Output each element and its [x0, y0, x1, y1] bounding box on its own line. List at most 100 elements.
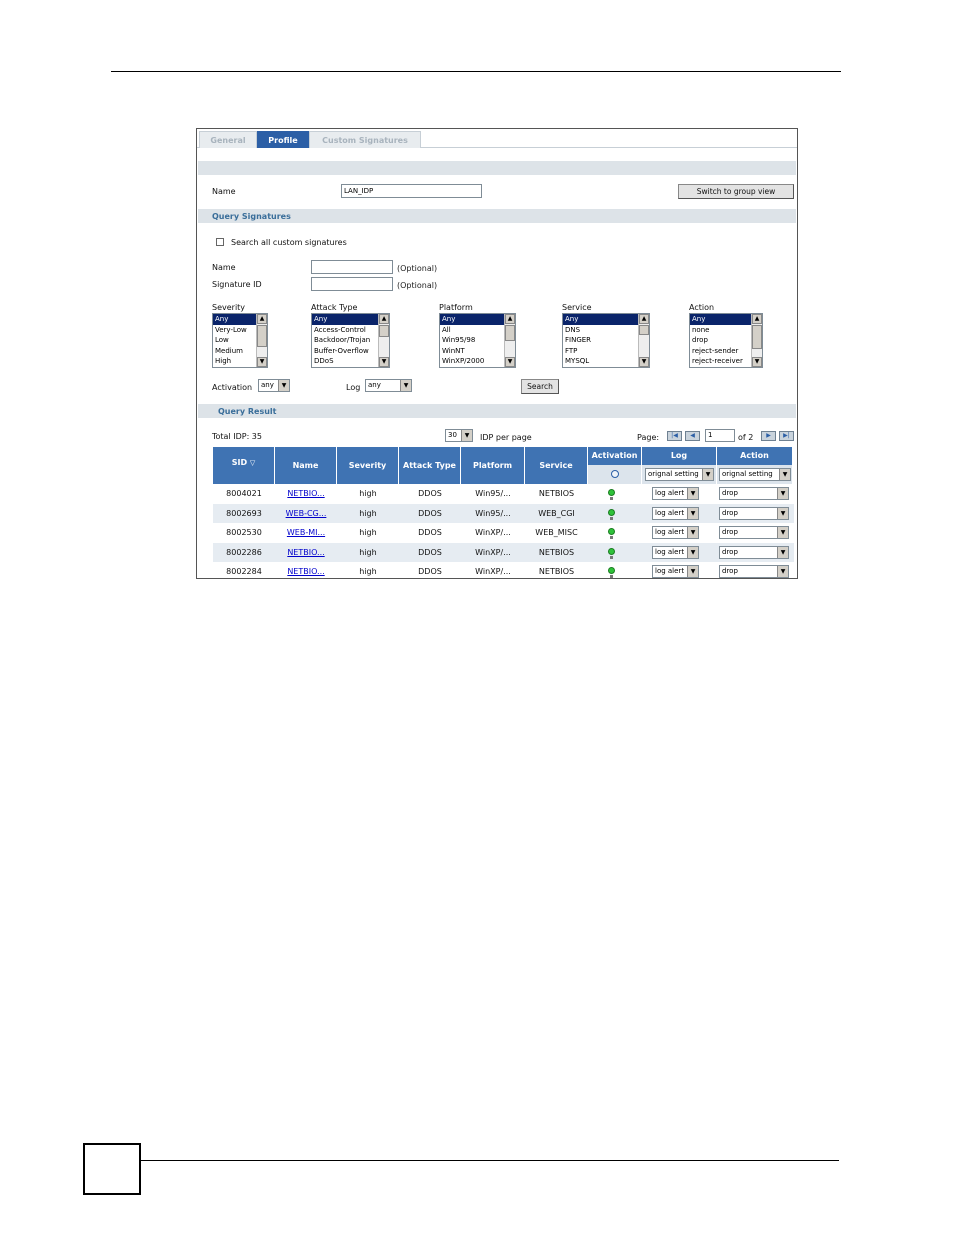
scroll-thumb[interactable] [639, 325, 649, 335]
page-number-input[interactable]: 1 [705, 429, 735, 442]
action-select[interactable]: drop ▼ [719, 506, 789, 520]
attack-type-listbox[interactable]: Any Access-Control Backdoor/Trojan Buffe… [311, 313, 390, 368]
signature-name-link[interactable]: WEB-MI... [275, 523, 337, 543]
scroll-up-icon[interactable]: ▲ [257, 314, 267, 324]
severity-listbox[interactable]: Any Very-Low Low Medium High ▲ ▼ [212, 313, 268, 368]
scroll-up-icon[interactable]: ▲ [752, 314, 762, 324]
log-select[interactable]: log alert ▼ [652, 506, 699, 520]
tab-general[interactable]: General [199, 131, 257, 148]
scroll-up-icon[interactable]: ▲ [639, 314, 649, 324]
activation-select[interactable]: any ▼ [258, 379, 290, 392]
service-option[interactable]: MYSQL [563, 356, 649, 367]
action-select[interactable]: drop ▼ [719, 545, 789, 559]
chevron-down-icon[interactable]: ▼ [777, 527, 788, 538]
chevron-down-icon[interactable]: ▼ [278, 380, 289, 391]
tab-profile[interactable]: Profile [257, 131, 309, 148]
column-header-service[interactable]: Service [525, 447, 588, 484]
action-select-value: drop [722, 547, 738, 556]
service-scrollbar[interactable]: ▲ ▼ [638, 314, 649, 367]
lightbulb-icon[interactable] [611, 470, 619, 478]
search-button[interactable]: Search [521, 379, 559, 394]
signature-name-link[interactable]: NETBIO... [275, 562, 337, 578]
scroll-down-icon[interactable]: ▼ [752, 357, 762, 367]
next-page-icon[interactable]: ▶ [761, 431, 776, 441]
service-option[interactable]: FINGER [563, 335, 649, 346]
service-option[interactable]: FTP [563, 346, 649, 357]
sort-down-icon[interactable]: ▽ [250, 459, 255, 467]
severity-cell: high [359, 528, 377, 537]
column-header-log[interactable]: Log [642, 447, 717, 465]
first-page-icon[interactable]: |◀ [667, 431, 682, 441]
service-listbox[interactable]: Any DNS FINGER FTP MYSQL ▲ ▼ [562, 313, 650, 368]
column-header-activation[interactable]: Activation [588, 447, 642, 465]
platform-scrollbar[interactable]: ▲ ▼ [504, 314, 515, 367]
signature-name-link[interactable]: NETBIO... [275, 543, 337, 563]
signature-name-link[interactable]: WEB-CG... [275, 504, 337, 524]
action-select[interactable]: drop ▼ [719, 565, 789, 578]
chevron-down-icon[interactable]: ▼ [687, 566, 698, 577]
log-select[interactable]: log alert ▼ [652, 545, 699, 559]
action-listbox[interactable]: Any none drop reject-sender reject-recei… [689, 313, 763, 368]
profile-name-input[interactable]: LAN_IDP [341, 184, 482, 198]
chevron-down-icon[interactable]: ▼ [687, 507, 698, 519]
signature-id-input[interactable] [311, 277, 393, 291]
column-header-action[interactable]: Action [717, 447, 793, 465]
search-all-checkbox[interactable] [216, 238, 224, 246]
action-bulk-select[interactable]: orignal setting ▼ [719, 468, 791, 481]
column-header-severity[interactable]: Severity [337, 447, 399, 484]
per-page-select[interactable]: 30 ▼ [445, 429, 473, 442]
chevron-down-icon[interactable]: ▼ [702, 469, 713, 480]
column-header-platform[interactable]: Platform [461, 447, 525, 484]
scroll-down-icon[interactable]: ▼ [379, 357, 389, 367]
log-select[interactable]: log alert ▼ [652, 565, 699, 578]
chevron-down-icon[interactable]: ▼ [687, 546, 698, 558]
last-page-icon[interactable]: ▶| [779, 431, 794, 441]
chevron-down-icon[interactable]: ▼ [777, 566, 788, 577]
action-select[interactable]: drop ▼ [719, 487, 789, 500]
chevron-down-icon[interactable]: ▼ [779, 469, 790, 480]
log-bulk-select[interactable]: orignal setting ▼ [645, 468, 714, 481]
chevron-down-icon[interactable]: ▼ [777, 507, 788, 519]
column-header-sid[interactable]: SID ▽ [213, 447, 275, 484]
chevron-down-icon[interactable]: ▼ [687, 527, 698, 538]
action-select[interactable]: drop ▼ [719, 526, 789, 539]
attack-type-scrollbar[interactable]: ▲ ▼ [378, 314, 389, 367]
log-select[interactable]: log alert ▼ [652, 487, 699, 500]
lightbulb-icon[interactable] [608, 489, 615, 496]
scroll-down-icon[interactable]: ▼ [639, 357, 649, 367]
platform-listbox[interactable]: Any All Win95/98 WinNT WinXP/2000 ▲ ▼ [439, 313, 516, 368]
switch-group-view-button[interactable]: Switch to group view [678, 184, 794, 199]
chevron-down-icon[interactable]: ▼ [777, 546, 788, 558]
lightbulb-icon[interactable] [608, 547, 615, 555]
scroll-up-icon[interactable]: ▲ [505, 314, 515, 324]
scroll-down-icon[interactable]: ▼ [505, 357, 515, 367]
log-select[interactable]: log alert ▼ [652, 526, 699, 539]
attack-type-cell: DDOS [418, 508, 442, 518]
service-option[interactable]: Any [563, 314, 649, 325]
sid-cell: 8002530 [226, 528, 262, 537]
scroll-thumb[interactable] [752, 325, 762, 349]
lightbulb-icon[interactable] [608, 508, 615, 516]
scroll-up-icon[interactable]: ▲ [379, 314, 389, 324]
scroll-thumb[interactable] [379, 325, 389, 337]
lightbulb-icon[interactable] [608, 528, 615, 535]
chevron-down-icon[interactable]: ▼ [777, 488, 788, 499]
tab-custom-signatures[interactable]: Custom Signatures [309, 131, 421, 148]
query-name-input[interactable] [311, 260, 393, 274]
lightbulb-icon[interactable] [608, 567, 615, 574]
lightbulb-base [610, 536, 613, 539]
chevron-down-icon[interactable]: ▼ [687, 488, 698, 499]
prev-page-icon[interactable]: ◀ [685, 431, 700, 441]
scroll-down-icon[interactable]: ▼ [257, 357, 267, 367]
log-filter-select[interactable]: any ▼ [365, 379, 412, 392]
chevron-down-icon[interactable]: ▼ [461, 430, 472, 441]
scroll-thumb[interactable] [257, 325, 267, 347]
service-option[interactable]: DNS [563, 325, 649, 336]
severity-scrollbar[interactable]: ▲ ▼ [256, 314, 267, 367]
chevron-down-icon[interactable]: ▼ [400, 380, 411, 391]
action-scrollbar[interactable]: ▲ ▼ [751, 314, 762, 367]
signature-name-link[interactable]: NETBIO... [275, 484, 337, 504]
scroll-thumb[interactable] [505, 325, 515, 341]
column-header-attack-type[interactable]: Attack Type [399, 447, 461, 484]
column-header-name[interactable]: Name [275, 447, 337, 484]
